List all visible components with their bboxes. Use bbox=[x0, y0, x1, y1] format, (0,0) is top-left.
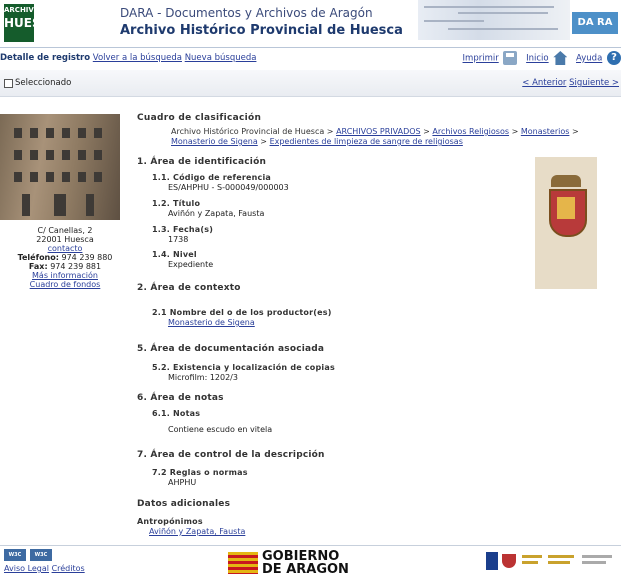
address-line-2: 22001 Huesca bbox=[36, 235, 94, 244]
nav-bar: Detalle de registro Volver a la búsqueda… bbox=[0, 47, 621, 71]
archive-info-panel: C/ Canellas, 2 22001 Huesca contacto Tel… bbox=[0, 114, 130, 289]
help-icon[interactable]: ? bbox=[607, 51, 621, 65]
site-title: DARA - Documentos y Archivos de Aragón bbox=[120, 6, 373, 20]
phone-label: Teléfono: bbox=[17, 253, 59, 262]
home-link[interactable]: Inicio bbox=[526, 54, 549, 64]
field-level: 1.4. Nivel Expediente bbox=[152, 250, 214, 269]
contact-link[interactable]: contacto bbox=[48, 244, 83, 253]
field-copies: 5.2. Existencia y localización de copias… bbox=[152, 363, 335, 382]
logo-line-1: ARCHIVO bbox=[4, 6, 40, 14]
fonds-link[interactable]: Cuadro de fondos bbox=[30, 280, 101, 289]
legal-notice-link[interactable]: Aviso Legal bbox=[4, 564, 49, 573]
aragon-flag-icon bbox=[228, 552, 258, 574]
archive-logo[interactable]: ARCHIVO HUESCA bbox=[4, 4, 59, 42]
control-heading: 7. Área de control de la descripción bbox=[137, 450, 325, 460]
classification-title: Cuadro de clasificación bbox=[137, 113, 262, 123]
selected-label: Seleccionado bbox=[15, 78, 72, 88]
anthroponym-link[interactable]: Aviñón y Zapata, Fausta bbox=[149, 527, 245, 536]
next-link[interactable]: Siguiente > bbox=[569, 78, 619, 88]
address-line-1: C/ Canellas, 2 bbox=[37, 226, 93, 235]
archive-building-photo bbox=[0, 114, 120, 220]
field-reference-code: 1.1. Código de referencia ES/AHPHU - S-0… bbox=[152, 173, 289, 192]
breadcrumb-item[interactable]: ARCHIVOS PRIVADOS bbox=[336, 127, 421, 136]
classification-breadcrumb: Archivo Histórico Provincial de Huesca >… bbox=[171, 127, 579, 146]
detail-label: Detalle de registro bbox=[0, 53, 91, 63]
sponsors-logos bbox=[486, 552, 616, 574]
credits-link[interactable]: Créditos bbox=[52, 564, 85, 573]
printer-icon[interactable] bbox=[503, 51, 518, 65]
fax-label: Fax: bbox=[28, 262, 48, 271]
field-dates: 1.3. Fecha(s) 1738 bbox=[152, 225, 214, 244]
breadcrumb-item[interactable]: Monasterios bbox=[521, 127, 570, 136]
breadcrumb-item[interactable]: Expedientes de limpieza de sangre de rel… bbox=[270, 137, 463, 146]
selected-checkbox[interactable] bbox=[4, 79, 13, 88]
identification-heading: 1. Área de identificación bbox=[137, 157, 267, 167]
header: ARCHIVO HUESCA DARA - Documentos y Archi… bbox=[0, 0, 621, 46]
record-toolbar: Seleccionado < Anterior Siguiente > bbox=[0, 70, 621, 97]
record-detail: Cuadro de clasificación Archivo Históric… bbox=[137, 113, 621, 536]
context-heading: 2. Área de contexto bbox=[137, 283, 241, 293]
breadcrumb-item[interactable]: Archivos Religiosos bbox=[432, 127, 509, 136]
field-rules: 7.2 Reglas o normas AHPHU bbox=[152, 468, 248, 487]
logo-line-3: HUESCA bbox=[4, 16, 59, 30]
w3c-xhtml-badge[interactable]: W3C XHTML bbox=[30, 549, 52, 570]
additional-data-heading: Datos adicionales bbox=[137, 499, 231, 509]
field-anthroponyms: Antropónimos Aviñón y Zapata, Fausta bbox=[137, 517, 246, 536]
nav-right: Imprimir Inicio Ayuda ? bbox=[457, 51, 621, 69]
eu-flag-icon bbox=[486, 552, 498, 570]
coat-of-arms-image[interactable] bbox=[535, 157, 597, 289]
footer: W3C WAI-AA W3C XHTML Aviso Legal Crédito… bbox=[0, 545, 621, 581]
fax-value: 974 239 881 bbox=[50, 262, 102, 271]
dara-logo[interactable]: DA RA bbox=[572, 12, 618, 34]
help-link[interactable]: Ayuda bbox=[576, 54, 602, 64]
new-search-link[interactable]: Nueva búsqueda bbox=[185, 53, 257, 63]
site-subtitle: Archivo Histórico Provincial de Huesca bbox=[120, 23, 403, 38]
notes-heading: 6. Área de notas bbox=[137, 393, 224, 403]
field-producer: 2.1 Nombre del o de los productor(es) Mo… bbox=[152, 308, 332, 327]
breadcrumb-root: Archivo Histórico Provincial de Huesca bbox=[171, 127, 325, 136]
field-notes: 6.1. Notas Contiene escudo en vitela bbox=[152, 409, 273, 434]
associated-docs-heading: 5. Área de documentación asociada bbox=[137, 344, 325, 354]
header-document-image bbox=[418, 0, 570, 40]
pager: < Anterior Siguiente > bbox=[522, 78, 619, 88]
spain-shield-icon bbox=[502, 554, 516, 568]
field-title: 1.2. Título Aviñón y Zapata, Fausta bbox=[152, 199, 265, 218]
home-icon[interactable] bbox=[553, 51, 568, 65]
breadcrumb-item[interactable]: Monasterio de Sigena bbox=[171, 137, 258, 146]
nav-left: Detalle de registro Volver a la búsqueda… bbox=[0, 53, 256, 63]
previous-link[interactable]: < Anterior bbox=[522, 78, 566, 88]
more-info-link[interactable]: Más información bbox=[32, 271, 98, 280]
print-link[interactable]: Imprimir bbox=[463, 54, 499, 64]
phone-value: 974 239 880 bbox=[61, 253, 113, 262]
producer-link[interactable]: Monasterio de Sigena bbox=[168, 318, 255, 327]
w3c-wai-badge[interactable]: W3C WAI-AA bbox=[4, 549, 26, 570]
footer-links: Aviso Legal Créditos bbox=[4, 564, 85, 573]
back-to-search-link[interactable]: Volver a la búsqueda bbox=[93, 53, 182, 63]
archive-address: C/ Canellas, 2 22001 Huesca contacto Tel… bbox=[0, 226, 130, 289]
gobierno-aragon-logo[interactable]: GOBIERNO DE ARAGON bbox=[262, 550, 349, 576]
